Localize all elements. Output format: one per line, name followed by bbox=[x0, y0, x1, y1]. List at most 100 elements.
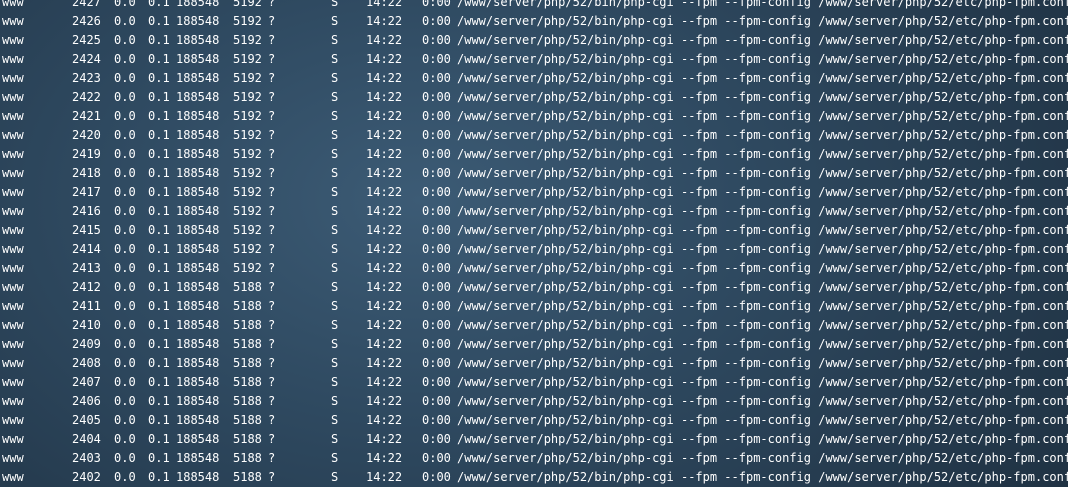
vsz-cell: 188548 bbox=[176, 204, 220, 218]
vsz-cell: 188548 bbox=[176, 185, 220, 199]
vsz-cell: 188548 bbox=[176, 14, 220, 28]
command-cell: /www/server/php/52/bin/php-cgi --fpm --f… bbox=[457, 356, 1068, 370]
vsz-cell: 188548 bbox=[176, 451, 220, 465]
start-cell: 14:22 bbox=[366, 470, 403, 484]
pid-cell: 2408 bbox=[72, 356, 101, 370]
stat-cell: S bbox=[331, 242, 339, 256]
stat-cell: S bbox=[331, 52, 339, 66]
time-cell: 0:00 bbox=[422, 280, 451, 294]
vsz-cell: 188548 bbox=[176, 470, 220, 484]
cpu-cell: 0.0 bbox=[114, 394, 136, 408]
pid-cell: 2415 bbox=[72, 223, 101, 237]
mem-cell: 0.1 bbox=[148, 432, 170, 446]
stat-cell: S bbox=[331, 356, 339, 370]
time-cell: 0:00 bbox=[422, 33, 451, 47]
process-row: www 2421 0.0 0.1 188548 5192 ? S 14:22 0… bbox=[0, 107, 1068, 126]
mem-cell: 0.1 bbox=[148, 14, 170, 28]
time-cell: 0:00 bbox=[422, 470, 451, 484]
start-cell: 14:22 bbox=[366, 223, 403, 237]
command-cell: /www/server/php/52/bin/php-cgi --fpm --f… bbox=[457, 413, 1068, 427]
time-cell: 0:00 bbox=[422, 185, 451, 199]
rss-cell: 5188 bbox=[233, 280, 262, 294]
rss-cell: 5192 bbox=[233, 128, 262, 142]
process-row: www 2405 0.0 0.1 188548 5188 ? S 14:22 0… bbox=[0, 411, 1068, 430]
mem-cell: 0.1 bbox=[148, 375, 170, 389]
mem-cell: 0.1 bbox=[148, 147, 170, 161]
vsz-cell: 188548 bbox=[176, 375, 220, 389]
rss-cell: 5188 bbox=[233, 318, 262, 332]
stat-cell: S bbox=[331, 451, 339, 465]
stat-cell: S bbox=[331, 470, 339, 484]
start-cell: 14:22 bbox=[366, 432, 403, 446]
tty-cell: ? bbox=[268, 128, 276, 142]
command-cell: /www/server/php/52/bin/php-cgi --fpm --f… bbox=[457, 242, 1068, 256]
pid-cell: 2422 bbox=[72, 90, 101, 104]
process-row: www 2410 0.0 0.1 188548 5188 ? S 14:22 0… bbox=[0, 316, 1068, 335]
cpu-cell: 0.0 bbox=[114, 299, 136, 313]
time-cell: 0:00 bbox=[422, 451, 451, 465]
pid-cell: 2418 bbox=[72, 166, 101, 180]
user-cell: www bbox=[2, 318, 24, 332]
pid-cell: 2410 bbox=[72, 318, 101, 332]
pid-cell: 2411 bbox=[72, 299, 101, 313]
cpu-cell: 0.0 bbox=[114, 109, 136, 123]
cpu-cell: 0.0 bbox=[114, 280, 136, 294]
tty-cell: ? bbox=[268, 147, 276, 161]
tty-cell: ? bbox=[268, 470, 276, 484]
terminal-output[interactable]: www 2427 0.0 0.1 188548 5192 ? S 14:22 0… bbox=[0, 0, 1068, 487]
mem-cell: 0.1 bbox=[148, 261, 170, 275]
cpu-cell: 0.0 bbox=[114, 375, 136, 389]
user-cell: www bbox=[2, 0, 24, 9]
tty-cell: ? bbox=[268, 299, 276, 313]
vsz-cell: 188548 bbox=[176, 261, 220, 275]
cpu-cell: 0.0 bbox=[114, 413, 136, 427]
vsz-cell: 188548 bbox=[176, 90, 220, 104]
pid-cell: 2424 bbox=[72, 52, 101, 66]
user-cell: www bbox=[2, 280, 24, 294]
command-cell: /www/server/php/52/bin/php-cgi --fpm --f… bbox=[457, 147, 1068, 161]
command-cell: /www/server/php/52/bin/php-cgi --fpm --f… bbox=[457, 280, 1068, 294]
mem-cell: 0.1 bbox=[148, 109, 170, 123]
tty-cell: ? bbox=[268, 337, 276, 351]
mem-cell: 0.1 bbox=[148, 413, 170, 427]
start-cell: 14:22 bbox=[366, 14, 403, 28]
tty-cell: ? bbox=[268, 204, 276, 218]
command-cell: /www/server/php/52/bin/php-cgi --fpm --f… bbox=[457, 128, 1068, 142]
stat-cell: S bbox=[331, 185, 339, 199]
start-cell: 14:22 bbox=[366, 337, 403, 351]
tty-cell: ? bbox=[268, 280, 276, 294]
pid-cell: 2404 bbox=[72, 432, 101, 446]
command-cell: /www/server/php/52/bin/php-cgi --fpm --f… bbox=[457, 470, 1068, 484]
vsz-cell: 188548 bbox=[176, 242, 220, 256]
stat-cell: S bbox=[331, 128, 339, 142]
pid-cell: 2425 bbox=[72, 33, 101, 47]
stat-cell: S bbox=[331, 318, 339, 332]
user-cell: www bbox=[2, 14, 24, 28]
vsz-cell: 188548 bbox=[176, 147, 220, 161]
mem-cell: 0.1 bbox=[148, 128, 170, 142]
process-row: www 2406 0.0 0.1 188548 5188 ? S 14:22 0… bbox=[0, 392, 1068, 411]
vsz-cell: 188548 bbox=[176, 337, 220, 351]
vsz-cell: 188548 bbox=[176, 413, 220, 427]
command-cell: /www/server/php/52/bin/php-cgi --fpm --f… bbox=[457, 0, 1068, 9]
vsz-cell: 188548 bbox=[176, 299, 220, 313]
cpu-cell: 0.0 bbox=[114, 432, 136, 446]
rss-cell: 5192 bbox=[233, 90, 262, 104]
user-cell: www bbox=[2, 147, 24, 161]
tty-cell: ? bbox=[268, 90, 276, 104]
time-cell: 0:00 bbox=[422, 375, 451, 389]
process-row: www 2402 0.0 0.1 188548 5188 ? S 14:22 0… bbox=[0, 468, 1068, 487]
rss-cell: 5188 bbox=[233, 299, 262, 313]
rss-cell: 5188 bbox=[233, 432, 262, 446]
rss-cell: 5192 bbox=[233, 223, 262, 237]
start-cell: 14:22 bbox=[366, 451, 403, 465]
stat-cell: S bbox=[331, 261, 339, 275]
cpu-cell: 0.0 bbox=[114, 451, 136, 465]
time-cell: 0:00 bbox=[422, 223, 451, 237]
user-cell: www bbox=[2, 394, 24, 408]
time-cell: 0:00 bbox=[422, 147, 451, 161]
process-row: www 2403 0.0 0.1 188548 5188 ? S 14:22 0… bbox=[0, 449, 1068, 468]
stat-cell: S bbox=[331, 337, 339, 351]
cpu-cell: 0.0 bbox=[114, 242, 136, 256]
pid-cell: 2409 bbox=[72, 337, 101, 351]
